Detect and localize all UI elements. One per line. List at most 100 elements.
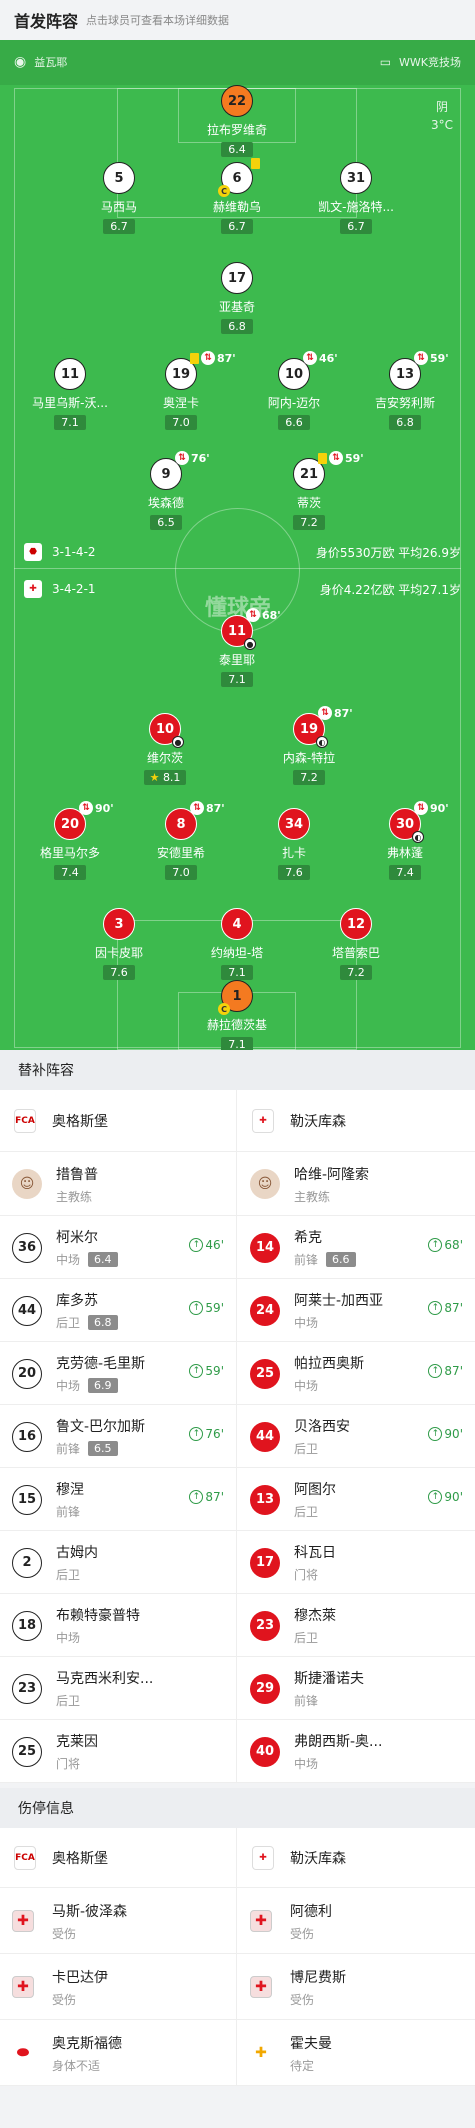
away-player[interactable]: 19 ⇅ 87' ◐ 内森-特拉 7.2	[249, 706, 369, 785]
player-name: 泰里耶	[218, 653, 255, 667]
player-rating: 7.6	[278, 865, 310, 880]
substitute-player[interactable]: 25 帕拉西奥斯 中场 ↑ 87'	[238, 1342, 475, 1405]
injured-player[interactable]: ✚ 博尼费斯 受伤	[238, 1954, 475, 2020]
substitute-player[interactable]: 44 贝洛西安 后卫 ↑ 90'	[238, 1405, 475, 1468]
substitute-player[interactable]: 2 古姆内 后卫	[0, 1531, 237, 1594]
player-name: 阿莱士-加西亚	[294, 1293, 384, 1309]
jersey-number: 8 ⇅ 87'	[165, 801, 225, 840]
substitute-player[interactable]: 44 库多苏 后卫 6.8 ↑ 59'	[0, 1279, 237, 1342]
away-player[interactable]: 8 ⇅ 87' 安德里希 7.0	[121, 801, 241, 880]
sub-out-icon: ⇅	[414, 351, 428, 365]
player-rating: 7.1	[221, 672, 253, 687]
injured-player[interactable]: ✚ 马斯-彼泽森 受伤	[0, 1888, 237, 1954]
away-player[interactable]: 4 约纳坦-塔 7.1	[177, 908, 297, 980]
sub-in-marker: ↑ 46'	[189, 1238, 224, 1252]
away-player[interactable]: 11 ⇅ 68' ● 泰里耶 7.1	[177, 608, 297, 687]
sub-in-icon: ↑	[189, 1490, 204, 1504]
injured-player[interactable]: ✚ 霍夫曼 待定	[238, 2020, 475, 2086]
sub-row: 16 鲁文-巴尔加斯 前锋 6.5 ↑ 76' 44 贝洛西安 后卫 ↑ 90'	[0, 1405, 475, 1468]
home-player[interactable]: 5 马西马 6.7	[59, 162, 179, 234]
away-player[interactable]: 3 因卡皮耶 7.6	[59, 908, 179, 980]
home-coach[interactable]: ☺ 措鲁普 主教练	[0, 1152, 237, 1216]
substitute-player[interactable]: 18 布赖特豪普特 中场	[0, 1594, 237, 1657]
player-rating: 6.8	[88, 1315, 118, 1330]
player-position: 门将	[56, 1757, 81, 1771]
player-position: 后卫	[294, 1505, 319, 1519]
jersey-number: 17	[221, 262, 253, 294]
sub-in-icon: ↑	[428, 1301, 443, 1315]
substitute-player[interactable]: 40 弗朗西斯-奥... 中场	[238, 1720, 475, 1783]
player-name: 霍夫曼	[290, 2035, 332, 2052]
home-player[interactable]: 10 ⇅ 46' 阿内-迈尔 6.6	[234, 351, 354, 430]
sub-in-marker: ↑ 68'	[428, 1238, 463, 1252]
substitute-player[interactable]: 23 马克西米利安... 后卫	[0, 1657, 237, 1720]
right-provider: ▭ WWK竞技场	[379, 55, 461, 69]
jersey-number: 19 ⇅ 87'	[165, 351, 236, 390]
home-formation-row: ⬣ 3-1-4-2 身价5530万欧 平均26.9岁	[0, 540, 475, 564]
away-team-badge-icon: ✚	[24, 580, 42, 598]
player-name: 库多苏	[56, 1293, 98, 1309]
home-player[interactable]: 21 ⇅ 59' 蒂茨 7.2	[249, 451, 369, 530]
away-player[interactable]: 1 C 赫拉德茨基 7.1	[177, 980, 297, 1050]
home-player[interactable]: 11 马里乌斯-沃... 7.1	[10, 358, 130, 430]
left-provider: ◉ 益瓦耶	[14, 54, 68, 70]
jersey-number: 34	[278, 808, 310, 840]
injured-player[interactable]: ✚ 卡巴达伊 受伤	[0, 1954, 237, 2020]
away-player[interactable]: 20 ⇅ 90' 格里马尔多 7.4	[10, 801, 130, 880]
injured-player[interactable]: ⬬ 奥克斯福德 身体不适	[0, 2020, 237, 2086]
substitute-player[interactable]: 15 穆涅 前锋 ↑ 87'	[0, 1468, 237, 1531]
home-player[interactable]: 17 亚基奇 6.8	[177, 262, 297, 334]
substitute-player[interactable]: 16 鲁文-巴尔加斯 前锋 6.5 ↑ 76'	[0, 1405, 237, 1468]
jersey-number: 40	[250, 1736, 280, 1767]
player-rating: 7.2	[340, 965, 372, 980]
substitute-player[interactable]: 36 柯米尔 中场 6.4 ↑ 46'	[0, 1216, 237, 1279]
away-player[interactable]: 10 ● 维尔茨 ★ 8.1	[105, 713, 225, 785]
yellow-card-icon	[318, 452, 327, 464]
player-name: 奥涅卡	[162, 396, 199, 410]
away-player[interactable]: 34 扎卡 7.6	[234, 808, 354, 880]
subs-section-title: 替补阵容	[0, 1050, 475, 1090]
player-position: 前锋	[294, 1253, 319, 1267]
substitute-player[interactable]: 14 希克 前锋 6.6 ↑ 68'	[238, 1216, 475, 1279]
sub-row: 25 克莱因 门将 40 弗朗西斯-奥... 中场	[0, 1720, 475, 1783]
jersey-number: 18	[12, 1610, 42, 1641]
sub-in-marker: ↑ 59'	[189, 1301, 224, 1315]
home-player[interactable]: 22 拉布罗维奇 6.4	[177, 85, 297, 157]
sub-row: 20 克劳德-毛里斯 中场 6.9 ↑ 59' 25 帕拉西奥斯 中场 ↑ 87'	[0, 1342, 475, 1405]
injured-player[interactable]: ✚ 阿德利 受伤	[238, 1888, 475, 1954]
home-player[interactable]: 31 凯文-施洛特... 6.7	[296, 162, 416, 234]
home-player[interactable]: 9 ⇅ 76' 埃森德 6.5	[106, 451, 226, 530]
jersey-number: 44	[250, 1421, 280, 1452]
away-coach[interactable]: ☺ 哈维-阿隆索 主教练	[238, 1152, 475, 1216]
player-rating: 6.6	[278, 415, 310, 430]
away-formation-row: ✚ 3-4-2-1 身价4.22亿欧 平均27.1岁	[0, 577, 475, 601]
substitute-player[interactable]: 29 斯捷潘诺夫 前锋	[238, 1657, 475, 1720]
substitute-player[interactable]: 20 克劳德-毛里斯 中场 6.9 ↑ 59'	[0, 1342, 237, 1405]
injury-status: 受伤	[290, 1992, 315, 2007]
home-player[interactable]: 19 ⇅ 87' 奥涅卡 7.0	[121, 351, 241, 430]
goal-ball-icon: ●	[244, 638, 256, 650]
substitute-player[interactable]: 13 阿图尔 后卫 ↑ 90'	[238, 1468, 475, 1531]
injury-row: ⬬ 奥克斯福德 身体不适 ✚ 霍夫曼 待定	[0, 2020, 475, 2086]
player-rating: 6.5	[88, 1441, 118, 1456]
injury-status: 受伤	[52, 1992, 77, 2007]
substitution-marker: ⇅ 87'	[190, 801, 225, 815]
jersey-number: 20 ⇅ 90'	[54, 801, 114, 840]
jersey-number: 9 ⇅ 76'	[150, 451, 210, 490]
player-name: 维尔茨	[146, 751, 183, 765]
substitute-player[interactable]: 25 克莱因 门将	[0, 1720, 237, 1783]
player-position: 后卫	[56, 1694, 81, 1708]
substitute-player[interactable]: 17 科瓦日 门将	[238, 1531, 475, 1594]
away-player[interactable]: 12 塔普索巴 7.2	[296, 908, 416, 980]
away-player[interactable]: 30 ⇅ 90' ◐ 弗林蓬 7.4	[345, 801, 465, 880]
substitution-marker: ⇅ 76'	[175, 451, 210, 465]
home-player[interactable]: 13 ⇅ 59' 吉安努利斯 6.8	[345, 351, 465, 430]
injury-teams-row: FCA 奥格斯堡 ✚ 勒沃库森	[0, 1828, 475, 1888]
jersey-number: 6 C	[218, 158, 260, 197]
player-name: 内森-特拉	[282, 751, 336, 765]
home-player[interactable]: 6 C 赫维勒乌 6.7	[177, 158, 297, 234]
substitute-player[interactable]: 24 阿莱士-加西亚 中场 ↑ 87'	[238, 1279, 475, 1342]
substitution-marker: ⇅ 87'	[318, 706, 353, 720]
substitute-player[interactable]: 23 穆杰萊 后卫	[238, 1594, 475, 1657]
player-name: 蒂茨	[296, 496, 321, 510]
